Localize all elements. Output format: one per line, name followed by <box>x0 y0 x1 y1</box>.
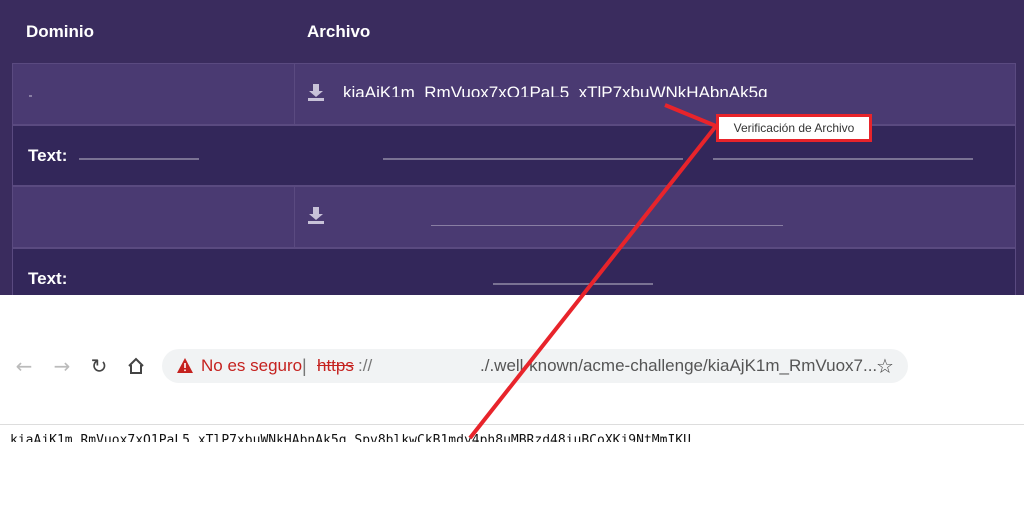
security-status[interactable]: No es seguro <box>201 356 302 376</box>
home-icon[interactable] <box>127 357 145 375</box>
column-header-domain: Dominio <box>26 22 94 41</box>
warning-icon[interactable] <box>176 357 194 375</box>
file-name-link[interactable] <box>343 206 783 220</box>
column-header-file: Archivo <box>307 22 371 41</box>
download-icon[interactable] <box>307 83 325 101</box>
text-label: Text: <box>28 269 68 288</box>
browser-toolbar: ← → ↻ No es seguro | https :// ./.well-k… <box>0 340 1024 394</box>
url-path: ./.well-known/acme-challenge/kiaAjK1m_Rm… <box>480 356 878 375</box>
table-row <box>12 186 1016 248</box>
star-icon[interactable]: ☆ <box>876 354 894 378</box>
file-name-link[interactable]: kiaAjK1m_RmVuox7xQ1PaL5_xTlP7xbuWNkHAbnA… <box>343 83 813 97</box>
divider <box>0 424 1024 425</box>
arrow-left-icon[interactable]: ← <box>12 354 36 378</box>
separator: | <box>302 356 307 376</box>
text-label: Text: <box>28 146 68 165</box>
reload-icon[interactable]: ↻ <box>87 354 111 378</box>
download-icon[interactable] <box>307 206 325 224</box>
arrow-right-icon[interactable]: → <box>50 354 74 378</box>
url-scheme-suffix: :// <box>358 356 373 375</box>
address-bar[interactable]: No es seguro | https :// ./.well-known/a… <box>162 349 908 383</box>
hosting-files-panel: Dominio Archivo kiaAjK1m_RmVuox7xQ1PaL5_… <box>0 0 1024 295</box>
table-row: Text: <box>12 248 1016 295</box>
url-scheme: https <box>317 356 354 375</box>
file-verification-highlight: Verificación de Archivo <box>716 114 872 142</box>
challenge-file-content: kiaAjK1m_RmVuox7xQ1PaL5_xTlP7xbuWNkHAbnA… <box>10 433 691 442</box>
